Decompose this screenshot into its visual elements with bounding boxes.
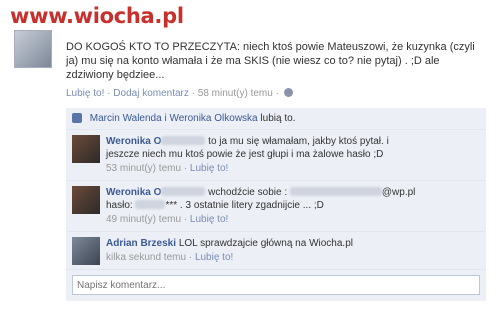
- comment-like-link[interactable]: Lubię to!: [190, 214, 228, 225]
- blurred-surname: [161, 187, 206, 196]
- post-actions: Lubię to! · Dodaj komentarz · 58 minut(y…: [66, 88, 486, 99]
- commenter-name[interactable]: Weronika O: [106, 136, 161, 147]
- add-comment-link[interactable]: Dodaj komentarz: [113, 88, 189, 99]
- post-timestamp[interactable]: 58 minut(y) temu: [198, 88, 273, 99]
- likes-row: Marcin Walenda i Weronika Olkowska lubią…: [66, 108, 486, 130]
- comment-timestamp[interactable]: 49 minut(y) temu: [106, 214, 181, 225]
- comment-timestamp[interactable]: 53 minut(y) temu: [106, 163, 181, 174]
- separator: ·: [275, 88, 279, 99]
- comment-text: to ja mu się włamałam, jakby ktoś pytał.…: [208, 136, 389, 147]
- globe-icon: [283, 88, 293, 97]
- comment-meta: kilka sekund temu · Lubię to!: [106, 252, 234, 263]
- commenter-name[interactable]: Weronika O: [106, 187, 161, 198]
- thumbs-up-icon: [72, 113, 82, 123]
- comment-item: Adrian Brzeski LOL sprawdzajcie główną n…: [66, 232, 486, 270]
- comment-like-link[interactable]: Lubię to!: [190, 163, 228, 174]
- commenter-avatar[interactable]: [72, 135, 100, 163]
- blurred-password: [135, 200, 166, 209]
- comment-like-link[interactable]: Lubię to!: [195, 252, 233, 263]
- post-text: DO KOGOŚ KTO TO PRZECZYTA: niech ktoś po…: [66, 41, 475, 81]
- comment-timestamp[interactable]: kilka sekund temu: [106, 252, 186, 263]
- comment-meta: 49 minut(y) temu · Lubię to!: [106, 214, 229, 225]
- feedback-box: Marcin Walenda i Weronika Olkowska lubią…: [66, 108, 486, 301]
- watermark-text: www.wiocha.pl: [10, 4, 184, 28]
- likers-names[interactable]: Marcin Walenda i Weronika Olkowska: [90, 113, 258, 124]
- commenter-avatar[interactable]: [72, 186, 100, 214]
- password-label: hasło:: [106, 200, 133, 211]
- write-comment-row: [66, 270, 486, 301]
- likes-suffix: lubią to.: [260, 113, 296, 124]
- poster-avatar[interactable]: [14, 30, 52, 68]
- comment-meta: 53 minut(y) temu · Lubię to!: [106, 163, 229, 174]
- blurred-surname: [161, 136, 206, 145]
- status-post: DO KOGOŚ KTO TO PRZECZYTA: niech ktoś po…: [66, 40, 486, 99]
- post-like-link[interactable]: Lubię to!: [66, 88, 104, 99]
- comment-input[interactable]: [72, 275, 480, 295]
- blurred-email: [289, 187, 382, 196]
- separator: ·: [107, 88, 111, 99]
- comment-item: Weronika O to ja mu się włamałam, jakby …: [66, 130, 486, 181]
- comment-text: LOL sprawdzajcie główną na Wiocha.pl: [178, 238, 353, 249]
- email-domain: @wp.pl: [381, 187, 416, 198]
- comment-item: Weronika O wchodźcie sobie : @wp.pl hasł…: [66, 181, 486, 232]
- site-watermark: www.wiocha.pl: [10, 4, 184, 28]
- comment-text: wchodźcie sobie :: [208, 187, 288, 198]
- comment-text-line2: jeszcze niech mu ktoś powie że jest głup…: [106, 149, 384, 160]
- commenter-name[interactable]: Adrian Brzeski: [106, 238, 176, 249]
- comment-text-line2: *** . 3 ostatnie litery zgadnijcie ... ;…: [165, 200, 324, 211]
- separator: ·: [191, 88, 195, 99]
- commenter-avatar[interactable]: [72, 237, 100, 265]
